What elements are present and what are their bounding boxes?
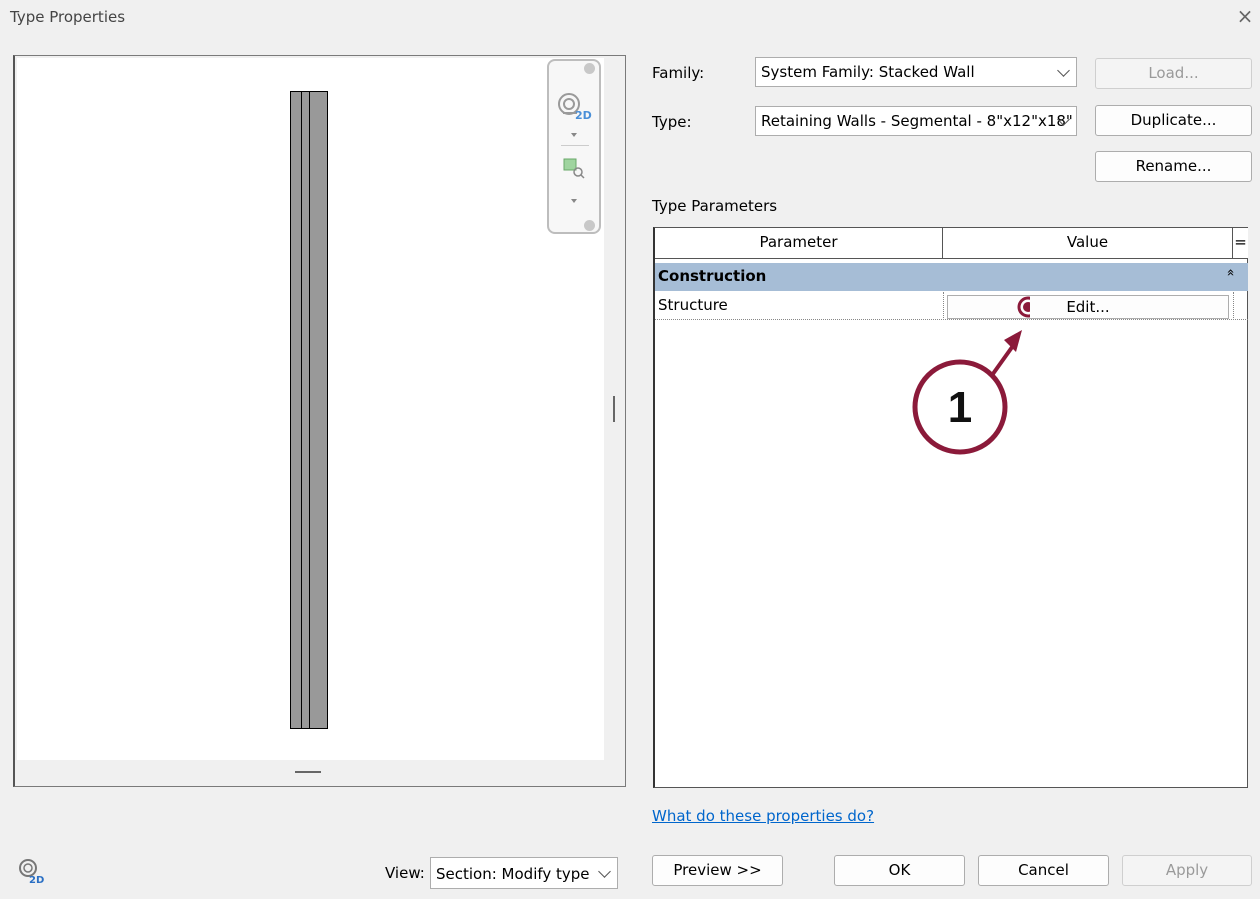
rename-button[interactable]: Rename... <box>1095 151 1252 182</box>
cancel-button[interactable]: Cancel <box>978 855 1109 886</box>
family-value: System Family: Stacked Wall <box>761 63 975 81</box>
type-combo[interactable]: Retaining Walls - Segmental - 8"x12"x18" <box>755 106 1077 136</box>
type-label: Type: <box>652 113 692 131</box>
vertical-splitter[interactable] <box>613 396 615 422</box>
chevron-down-icon <box>598 865 611 878</box>
type-value: Retaining Walls - Segmental - 8"x12"x18" <box>761 112 1073 130</box>
dialog-title: Type Properties <box>10 8 126 26</box>
col-header-eq[interactable]: = <box>1233 228 1248 259</box>
svg-text:2D: 2D <box>29 875 44 885</box>
chevron-down-icon[interactable] <box>571 199 577 203</box>
divider <box>561 145 589 146</box>
callout-number: 1 <box>947 383 973 432</box>
duplicate-button[interactable]: Duplicate... <box>1095 105 1252 136</box>
view-value: Section: Modify type <box>436 865 590 883</box>
view-combo[interactable]: Section: Modify type <box>430 857 618 889</box>
param-name: Structure <box>658 296 728 314</box>
family-label: Family: <box>652 64 705 82</box>
zoom-region-icon[interactable] <box>563 157 585 179</box>
view-label: View: <box>385 864 425 882</box>
zoom-2d-label: 2D <box>575 109 592 122</box>
col-header-parameter[interactable]: Parameter <box>655 228 943 259</box>
close-icon[interactable]: × <box>1234 4 1256 28</box>
2d-zoom-icon[interactable]: 2D <box>17 857 45 886</box>
2d-zoom-icon[interactable]: 2D <box>557 91 592 122</box>
help-link[interactable]: What do these properties do? <box>652 807 874 825</box>
chevron-down-icon <box>1057 64 1070 77</box>
chevron-down-icon[interactable] <box>571 133 577 137</box>
col-header-value[interactable]: Value <box>943 228 1233 259</box>
ok-button[interactable]: OK <box>834 855 965 886</box>
callout-annotation <box>912 296 1030 455</box>
load-button[interactable]: Load... <box>1095 58 1252 89</box>
preview-button[interactable]: Preview >> <box>652 855 783 886</box>
grid-header: Parameter Value = <box>655 228 1248 259</box>
preview-canvas[interactable] <box>17 58 604 760</box>
navbar-close-icon[interactable] <box>584 63 595 74</box>
preview-pane: 2D <box>13 55 626 787</box>
navigation-bar: 2D <box>547 59 601 234</box>
wall-layer-inner <box>309 91 328 729</box>
apply-button[interactable]: Apply <box>1122 855 1252 886</box>
family-combo[interactable]: System Family: Stacked Wall <box>755 57 1077 87</box>
type-parameters-title: Type Parameters <box>652 197 778 215</box>
horizontal-splitter[interactable] <box>295 771 321 773</box>
group-label: Construction <box>658 267 767 285</box>
divider <box>1233 292 1234 320</box>
navbar-options-icon[interactable] <box>584 220 595 231</box>
collapse-icon[interactable]: » <box>1223 269 1238 277</box>
